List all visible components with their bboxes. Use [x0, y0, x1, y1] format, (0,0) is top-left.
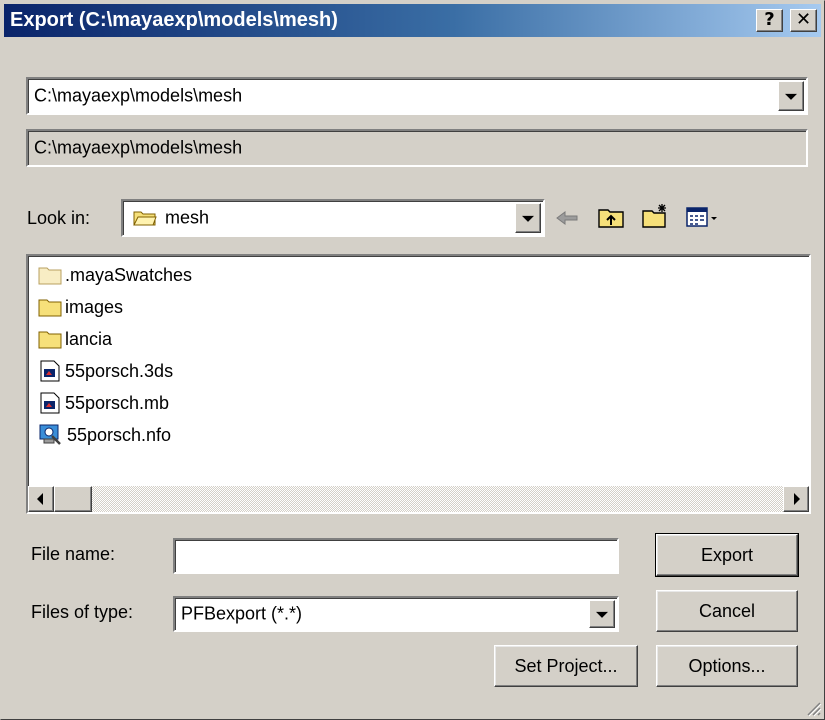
scroll-left-button[interactable] — [28, 486, 54, 512]
list-item[interactable]: images — [38, 292, 123, 322]
file-name-label: File name: — [31, 544, 116, 564]
folder-light-icon — [38, 267, 62, 285]
close-button[interactable]: ✕ — [790, 9, 817, 32]
list-item[interactable]: 55porsch.3ds — [38, 356, 173, 386]
files-of-type-combobox[interactable]: PFBexport (*.*) — [173, 596, 619, 632]
look-in-value: mesh — [165, 207, 210, 228]
title-bar[interactable]: Export (C:\mayaexp\models\mesh) ? ✕ — [4, 4, 821, 37]
files-of-type-dropdown-button[interactable] — [589, 600, 615, 628]
file-name-text: lancia — [65, 328, 113, 349]
scroll-thumb[interactable] — [54, 486, 92, 512]
scroll-right-button[interactable] — [783, 486, 809, 512]
file-list[interactable]: .mayaSwatches images lancia 55porsch.3ds — [26, 254, 811, 514]
back-arrow-icon[interactable] — [553, 204, 581, 232]
files-of-type-value: PFBexport (*.*) — [181, 603, 303, 624]
folder-icon — [38, 331, 62, 349]
path-combobox[interactable]: C:\mayaexp\models\mesh — [26, 77, 808, 115]
file-name-text: images — [65, 296, 124, 317]
list-item[interactable]: .mayaSwatches — [38, 260, 192, 290]
list-item[interactable]: 55porsch.nfo — [38, 420, 171, 450]
export-dialog: Export (C:\mayaexp\models\mesh) ? ✕ C:\m… — [0, 0, 825, 720]
maya-file-icon — [40, 392, 60, 414]
path-display: C:\mayaexp\models\mesh — [26, 129, 808, 167]
list-item[interactable]: 55porsch.mb — [38, 388, 169, 418]
path-combobox-value: C:\mayaexp\models\mesh — [34, 85, 243, 106]
file-name-text: 55porsch.3ds — [65, 360, 174, 381]
set-project-button[interactable]: Set Project... — [494, 645, 638, 687]
view-menu-icon[interactable] — [685, 204, 721, 232]
path-display-value: C:\mayaexp\models\mesh — [34, 137, 243, 158]
look-in-dropdown-button[interactable] — [515, 203, 541, 233]
options-button[interactable]: Options... — [656, 645, 798, 687]
folder-open-icon — [133, 211, 157, 226]
system-info-icon — [39, 424, 61, 445]
resize-grip-icon[interactable] — [804, 699, 822, 717]
look-in-label: Look in: — [27, 208, 91, 228]
file-name-input[interactable] — [173, 538, 619, 574]
window-title: Export (C:\mayaexp\models\mesh) — [10, 9, 338, 31]
folder-icon — [38, 299, 62, 317]
horizontal-scrollbar[interactable] — [28, 486, 809, 512]
file-name-text: 55porsch.mb — [65, 392, 170, 413]
look-in-combobox[interactable]: mesh — [121, 199, 545, 237]
maya-file-icon — [40, 360, 60, 382]
new-folder-icon[interactable] — [641, 202, 669, 230]
file-name-text: .mayaSwatches — [65, 264, 193, 285]
path-dropdown-button[interactable] — [778, 81, 804, 111]
up-folder-icon[interactable] — [597, 203, 625, 231]
list-item[interactable]: lancia — [38, 324, 112, 354]
arrow-right-icon — [794, 493, 800, 505]
cancel-button[interactable]: Cancel — [656, 590, 798, 632]
export-button[interactable]: Export — [655, 533, 799, 577]
arrow-left-icon — [37, 493, 43, 505]
help-button[interactable]: ? — [756, 9, 783, 32]
file-name-text: 55porsch.nfo — [67, 424, 172, 445]
files-of-type-label: Files of type: — [31, 602, 134, 622]
